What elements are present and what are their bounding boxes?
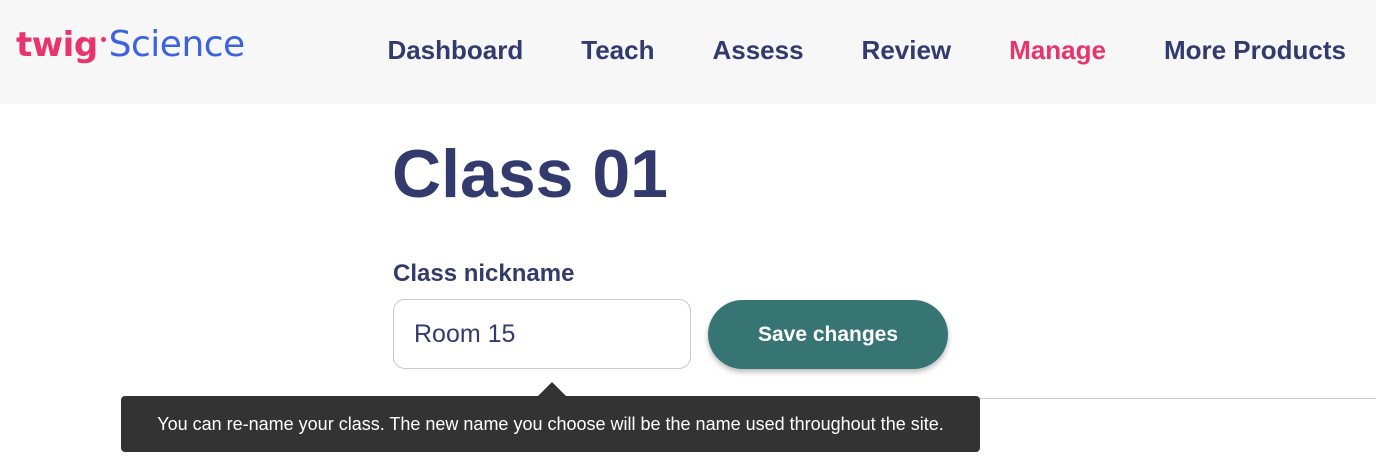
tooltip-arrow [538, 382, 566, 396]
save-changes-button[interactable]: Save changes [708, 300, 948, 369]
logo-dot-icon [100, 37, 106, 42]
page: twig Science Dashboard Teach Assess Revi… [0, 0, 1376, 462]
nav-item-review[interactable]: Review [862, 35, 952, 66]
nav-item-teach[interactable]: Teach [581, 35, 654, 66]
nav-item-more-products[interactable]: More Products [1164, 35, 1346, 66]
logo-twig-text: twig [16, 25, 98, 65]
nav-item-manage[interactable]: Manage [1009, 35, 1106, 66]
tooltip-text: You can re-name your class. The new name… [157, 413, 944, 434]
page-title: Class 01 [392, 136, 668, 212]
main-nav: Dashboard Teach Assess Review Manage Mor… [387, 28, 1346, 72]
class-nickname-input[interactable] [393, 299, 691, 369]
top-navbar: twig Science Dashboard Teach Assess Revi… [0, 0, 1376, 104]
twig-science-logo[interactable]: twig Science [16, 24, 245, 76]
nav-item-assess[interactable]: Assess [712, 35, 803, 66]
section-divider [960, 398, 1376, 399]
class-nickname-label: Class nickname [393, 260, 575, 287]
nav-item-dashboard[interactable]: Dashboard [387, 35, 523, 66]
rename-tooltip: You can re-name your class. The new name… [121, 396, 980, 452]
logo-science-text: Science [108, 24, 246, 65]
